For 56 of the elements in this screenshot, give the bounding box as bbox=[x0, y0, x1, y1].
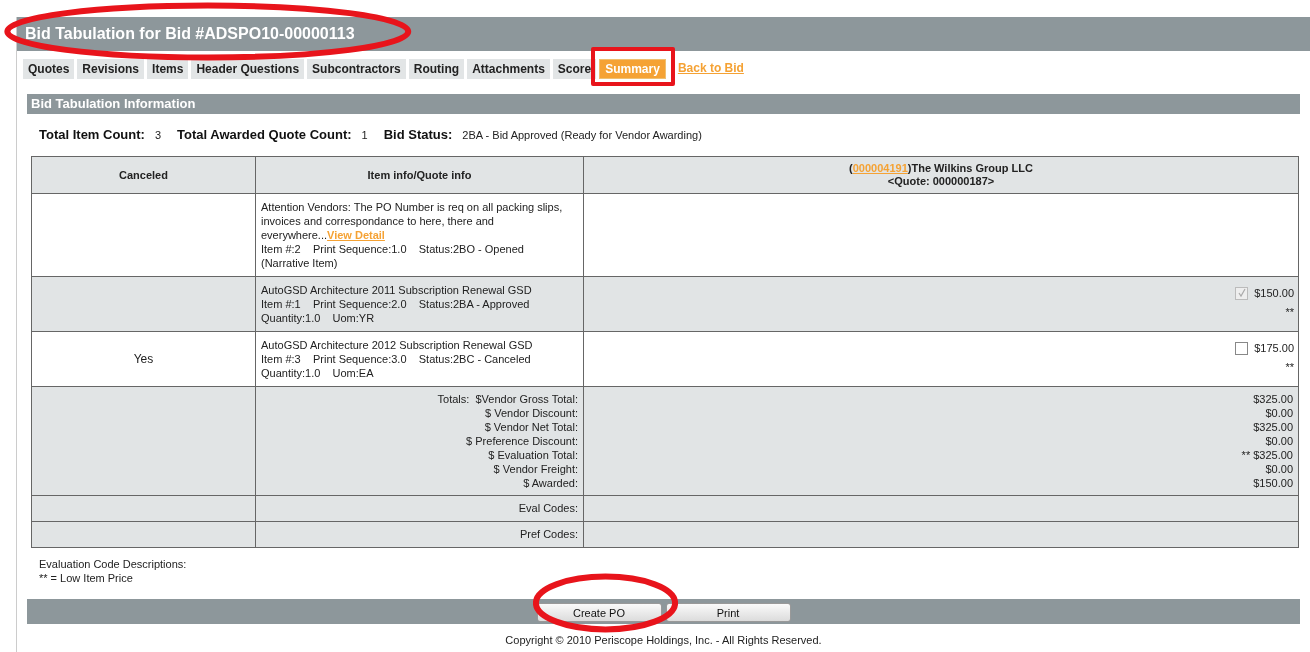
section-title: Bid Tabulation Information bbox=[31, 95, 196, 114]
column-header: Item info/Quote info bbox=[255, 156, 584, 194]
summary-value: 3 bbox=[154, 127, 162, 143]
total-label: $ Preference Discount: bbox=[465, 434, 578, 448]
copyright-text: Copyright © 2010 Periscope Holdings, Inc. - All Rights Reserved. bbox=[505, 634, 822, 646]
total-value: $325.00 bbox=[1252, 420, 1293, 434]
quote-price: $175.00 bbox=[1254, 341, 1294, 356]
tab[interactable]: Items bbox=[147, 59, 189, 79]
tab[interactable]: Subcontractors bbox=[307, 59, 406, 79]
quote-price: $150.00 bbox=[1254, 286, 1294, 301]
summary-label: Total Item Count: bbox=[39, 126, 145, 145]
eval-code: ** bbox=[1285, 304, 1294, 320]
total-value: $0.00 bbox=[1264, 406, 1293, 420]
eval-code: ** bbox=[1285, 359, 1294, 375]
item-description: Attention Vendors: The PO Number is req on all packing slips, invoices and correspondance to here, there and everywhere...View Detail bbox=[261, 200, 564, 242]
total-label: Totals: $Vendor Gross Total: bbox=[436, 392, 578, 406]
summary-label: Bid Status: bbox=[383, 126, 453, 145]
summary-label: Total Awarded Quote Count: bbox=[177, 126, 352, 145]
action-button[interactable]: Print bbox=[665, 603, 791, 623]
item-detail: Item #:1 Print Sequence:2.0 Status:2BA - Approved bbox=[261, 297, 531, 311]
tab[interactable]: Attachments bbox=[467, 59, 550, 79]
action-button[interactable]: Create PO bbox=[536, 603, 662, 623]
note-text: ** = Low Item Price bbox=[39, 571, 134, 585]
total-label: $ Vendor Net Total: bbox=[483, 420, 578, 434]
item-detail: Item #:2 Print Sequence:1.0 Status:2BO - Opened bbox=[261, 242, 525, 256]
quote-number: <Quote: 000000187> bbox=[886, 175, 996, 188]
tab[interactable]: Header Questions bbox=[191, 59, 305, 79]
note-text: Evaluation Code Descriptions: bbox=[39, 557, 188, 571]
summary-value: 1 bbox=[361, 127, 368, 143]
item-description: AutoGSD Architecture 2011 Subscription Renewal GSD bbox=[261, 283, 533, 297]
award-checkbox[interactable] bbox=[1235, 341, 1249, 355]
total-label: $ Evaluation Total: bbox=[487, 448, 578, 462]
total-value: $0.00 bbox=[1264, 434, 1293, 448]
vendor-name: (000004191)The Wilkins Group LLC bbox=[849, 162, 1033, 174]
tab[interactable]: Score bbox=[552, 59, 597, 79]
item-description: AutoGSD Architecture 2012 Subscription Renewal GSD bbox=[261, 338, 534, 352]
item-detail: Item #:3 Print Sequence:3.0 Status:2BC - Canceled bbox=[261, 352, 532, 366]
page-title: Bid Tabulation for Bid #ADSPO10-00000113 bbox=[25, 25, 355, 42]
item-detail: Quantity:1.0 Uom:EA bbox=[261, 366, 375, 380]
total-value: ** $325.00 bbox=[1240, 448, 1293, 462]
tab[interactable]: Quotes bbox=[23, 59, 75, 79]
column-header: Canceled bbox=[31, 156, 256, 194]
codes-label: Pref Codes: bbox=[519, 528, 578, 541]
total-label: $ Awarded: bbox=[522, 476, 578, 490]
item-detail: Quantity:1.0 Uom:YR bbox=[261, 311, 376, 325]
item-detail: (Narrative Item) bbox=[261, 256, 339, 270]
total-value: $0.00 bbox=[1264, 462, 1293, 476]
total-value: $325.00 bbox=[1252, 392, 1293, 406]
tab[interactable]: Routing bbox=[408, 59, 465, 79]
canceled-value: Yes bbox=[133, 352, 154, 366]
summary-value: 2BA - Bid Approved (Ready for Vendor Awarding) bbox=[462, 127, 702, 143]
total-value: $150.00 bbox=[1252, 476, 1293, 490]
total-label: $ Vendor Discount: bbox=[484, 406, 578, 420]
tab[interactable]: Revisions bbox=[77, 59, 145, 79]
total-label: $ Vendor Freight: bbox=[492, 462, 578, 476]
codes-label: Eval Codes: bbox=[518, 502, 578, 515]
